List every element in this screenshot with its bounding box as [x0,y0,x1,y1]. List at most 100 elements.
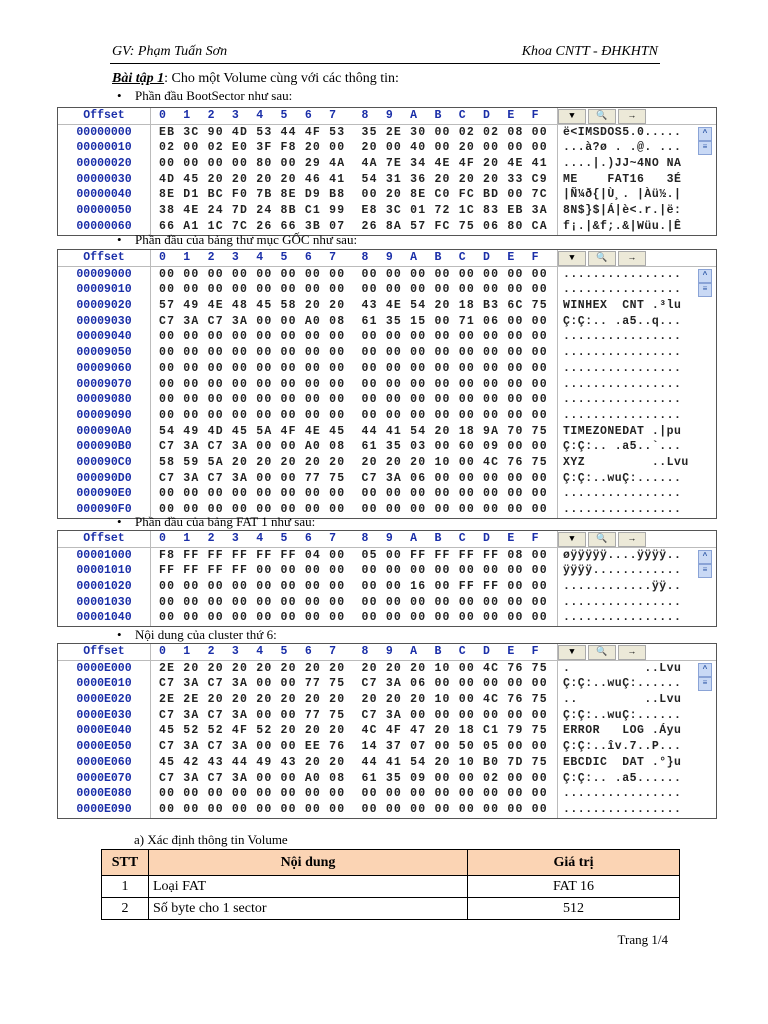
scrollbar[interactable]: ^ [697,548,712,564]
row-hex-bytes[interactable]: C7 3A C7 3A 00 00 A0 08 61 35 03 00 60 0… [151,439,558,455]
scrollbar[interactable] [697,739,711,755]
row-hex-bytes[interactable]: 54 49 4D 45 5A 4F 4E 45 44 41 54 20 18 9… [151,423,558,440]
scrollbar[interactable] [697,802,711,818]
dropdown-icon[interactable]: ▼ [558,532,586,547]
scrollbar[interactable] [697,502,711,518]
row-hex-bytes[interactable]: 58 59 5A 20 20 20 20 20 20 20 20 10 00 4… [151,454,558,471]
scrollbar[interactable]: ^ [697,661,712,677]
search-icon[interactable]: 🔍 [588,109,616,124]
row-hex-bytes[interactable]: 00 00 00 00 00 00 00 00 00 00 00 00 00 0… [151,392,558,408]
scrollbar[interactable]: ≡ [697,563,712,579]
row-hex-bytes[interactable]: C7 3A C7 3A 00 00 EE 76 14 37 07 00 50 0… [151,739,558,755]
scroll-thumb[interactable]: ≡ [698,564,712,579]
row-hex-bytes[interactable]: C7 3A C7 3A 00 00 A0 08 61 35 15 00 71 0… [151,313,558,330]
dropdown-icon[interactable]: ▼ [558,109,586,124]
scrollbar[interactable] [697,329,711,345]
scrollbar[interactable]: ^ [697,267,712,283]
row-hex-bytes[interactable]: C7 3A C7 3A 00 00 A0 08 61 35 09 00 00 0… [151,770,558,787]
scrollbar[interactable] [697,439,711,455]
row-hex-bytes[interactable]: C7 3A C7 3A 00 00 77 75 C7 3A 06 00 00 0… [151,676,558,693]
scrollbar[interactable] [697,610,711,626]
row-hex-bytes[interactable]: 57 49 4E 48 45 58 20 20 43 4E 54 20 18 B… [151,298,558,314]
scrollbar[interactable] [697,723,711,739]
scroll-thumb[interactable]: ≡ [698,141,712,156]
scrollbar[interactable]: ≡ [697,140,712,156]
scrollbar[interactable] [697,361,711,377]
row-hex-bytes[interactable]: 38 4E 24 7D 24 8B C1 99 E8 3C 01 72 1C 8… [151,203,558,219]
scrollbar[interactable] [697,392,711,408]
row-hex-bytes[interactable]: 00 00 00 00 00 00 00 00 00 00 00 00 00 0… [151,329,558,346]
arrow-icon[interactable]: → [618,645,646,660]
scroll-up-icon[interactable]: ^ [698,662,712,677]
row-hex-bytes[interactable]: 00 00 00 00 00 00 00 00 00 00 00 00 00 0… [151,376,558,393]
scrollbar[interactable] [697,755,711,771]
dropdown-icon[interactable]: ▼ [558,645,586,660]
scrollbar[interactable]: ≡ [697,282,712,298]
arrow-icon[interactable]: → [618,109,646,124]
scrollbar[interactable] [697,345,711,361]
row-hex-bytes[interactable]: 00 00 00 00 00 00 00 00 00 00 00 00 00 0… [151,486,558,502]
row-hex-bytes[interactable]: 2E 20 20 20 20 20 20 20 20 20 20 10 00 4… [151,660,558,677]
scrollbar[interactable] [697,771,711,787]
header-divider [110,63,660,64]
search-icon[interactable]: 🔍 [588,251,616,266]
row-ascii: ............ÿÿ.. [563,580,682,594]
row-hex-bytes[interactable]: 00 00 00 00 00 00 00 00 00 00 00 00 00 0… [151,610,558,627]
row-hex-bytes[interactable]: 45 52 52 4F 52 20 20 20 4C 4F 47 20 18 C… [151,723,558,740]
hex-row: 00000020 00 00 00 00 80 00 29 4A 4A 7E 34… [58,156,716,172]
row-hex-bytes[interactable]: 00 00 00 00 00 00 00 00 00 00 00 00 00 0… [151,801,558,818]
scrollbar[interactable] [697,377,711,393]
search-icon[interactable]: 🔍 [588,532,616,547]
scroll-up-icon[interactable]: ^ [698,549,712,564]
scrollbar[interactable] [697,471,711,487]
row-hex-bytes[interactable]: 4D 45 20 20 20 20 46 41 54 31 36 20 20 2… [151,171,558,188]
scrollbar[interactable] [697,187,711,203]
row-hex-bytes[interactable]: 00 00 00 00 80 00 29 4A 4A 7E 34 4E 4F 2… [151,156,558,172]
row-hex-bytes[interactable]: 2E 2E 20 20 20 20 20 20 20 20 20 10 00 4… [151,692,558,708]
row-hex-bytes[interactable]: 45 42 43 44 49 43 20 20 44 41 54 20 10 B… [151,754,558,771]
scrollbar[interactable] [697,708,711,724]
row-hex-bytes[interactable]: F8 FF FF FF FF FF 04 00 05 00 FF FF FF F… [151,547,558,564]
scrollbar[interactable] [697,786,711,802]
row-hex-bytes[interactable]: FF FF FF FF 00 00 00 00 00 00 00 00 00 0… [151,563,558,580]
row-hex-bytes[interactable]: EB 3C 90 4D 53 44 4F 53 35 2E 30 00 02 0… [151,124,558,141]
row-hex-bytes[interactable]: C7 3A C7 3A 00 00 77 75 C7 3A 06 00 00 0… [151,470,558,487]
scrollbar[interactable] [697,455,711,471]
scrollbar[interactable] [697,692,711,708]
scrollbar[interactable] [697,408,711,424]
row-offset: 00000000 [58,124,151,141]
row-hex-bytes[interactable]: 00 00 00 00 00 00 00 00 00 00 00 00 00 0… [151,407,558,424]
arrow-icon[interactable]: → [618,532,646,547]
scrollbar[interactable]: ≡ [697,676,712,692]
row-hex-bytes[interactable]: 00 00 00 00 00 00 00 00 00 00 00 00 00 0… [151,786,558,802]
row-hex-bytes[interactable]: 8E D1 BC F0 7B 8E D9 B8 00 20 8E C0 FC B… [151,187,558,204]
scrollbar[interactable] [697,579,711,595]
row-hex-bytes[interactable]: 00 00 00 00 00 00 00 00 00 00 00 00 00 0… [151,594,558,611]
row-hex-bytes[interactable]: 00 00 00 00 00 00 00 00 00 00 16 00 FF F… [151,579,558,595]
scroll-up-icon[interactable]: ^ [698,126,712,141]
hex-row: 0000E060 45 42 43 44 49 43 20 20 44 41 54… [58,754,716,771]
row-hex-bytes[interactable]: 00 00 00 00 00 00 00 00 00 00 00 00 00 0… [151,282,558,299]
row-hex-bytes[interactable]: 00 00 00 00 00 00 00 00 00 00 00 00 00 0… [151,345,558,361]
scroll-up-icon[interactable]: ^ [698,268,712,283]
scrollbar[interactable] [697,595,711,611]
row-hex-bytes[interactable]: 02 00 02 E0 3F F8 20 00 20 00 40 00 20 0… [151,140,558,157]
scroll-thumb[interactable]: ≡ [698,283,712,298]
scrollbar[interactable] [697,172,711,188]
scrollbar[interactable] [697,156,711,172]
scrollbar[interactable] [697,203,711,219]
scrollbar[interactable] [697,314,711,330]
row-hex-bytes[interactable]: C7 3A C7 3A 00 00 77 75 C7 3A 00 00 00 0… [151,707,558,724]
scrollbar[interactable] [697,219,711,235]
scrollbar[interactable] [697,298,711,314]
row-hex-bytes[interactable]: 00 00 00 00 00 00 00 00 00 00 00 00 00 0… [151,360,558,377]
scrollbar[interactable] [697,424,711,440]
row-hex-bytes[interactable]: 00 00 00 00 00 00 00 00 00 00 00 00 00 0… [151,266,558,283]
dropdown-icon[interactable]: ▼ [558,251,586,266]
scroll-thumb[interactable]: ≡ [698,677,712,692]
scrollbar[interactable]: ^ [697,125,712,141]
arrow-icon[interactable]: → [618,251,646,266]
scrollbar[interactable] [697,486,711,502]
search-icon[interactable]: 🔍 [588,645,616,660]
row-ascii: ................ [563,267,682,281]
